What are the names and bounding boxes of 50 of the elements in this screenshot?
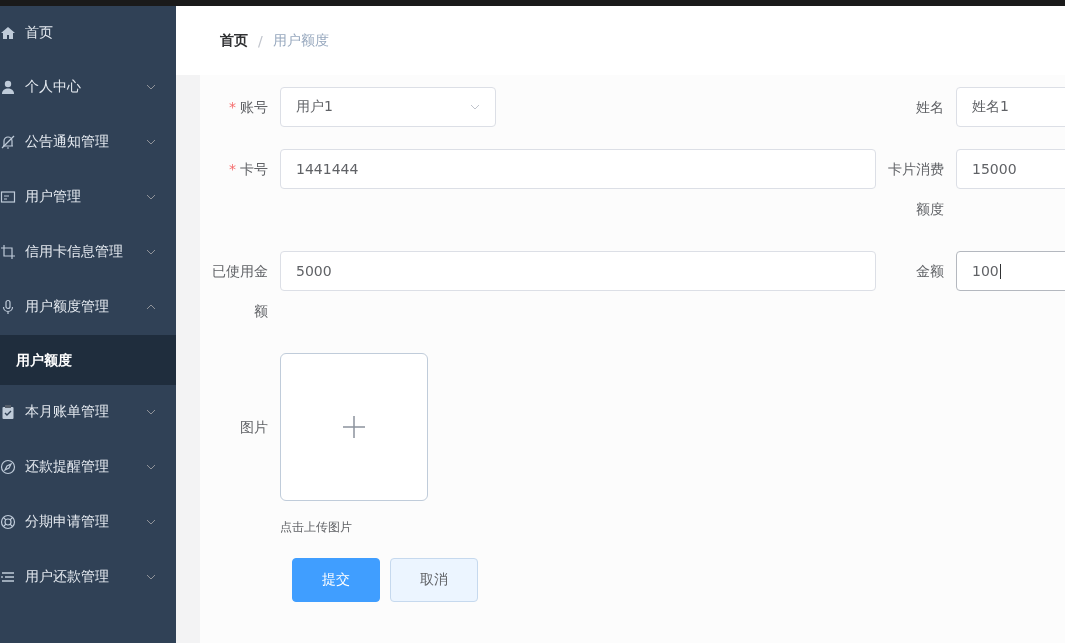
plus-icon bbox=[342, 415, 366, 439]
card-icon bbox=[0, 189, 16, 205]
sidebar-item[interactable]: 信用卡信息管理 bbox=[0, 224, 176, 280]
field-label: * 卡号 bbox=[228, 160, 269, 179]
breadcrumb-item[interactable]: 首页 bbox=[220, 31, 248, 50]
person-icon bbox=[0, 79, 16, 95]
compass-icon bbox=[0, 459, 16, 475]
sidebar-item[interactable]: 首页 bbox=[0, 6, 176, 60]
chevron-icon bbox=[146, 249, 156, 255]
list-icon bbox=[0, 569, 16, 585]
ring-icon bbox=[0, 514, 16, 530]
chevron-icon bbox=[146, 139, 156, 145]
field-label: 姓名 bbox=[915, 98, 945, 117]
input-field[interactable]: 姓名1 bbox=[956, 87, 1065, 127]
field-label: 图片 bbox=[239, 418, 269, 437]
sidebar-subitem[interactable]: 用户额度 bbox=[0, 335, 176, 385]
sidebar-item[interactable]: 用户还款管理 bbox=[0, 549, 176, 605]
mic-icon bbox=[0, 299, 16, 315]
chevron-icon bbox=[146, 464, 156, 470]
field-label: * 账号 bbox=[228, 98, 269, 117]
breadcrumb-item: 用户额度 bbox=[272, 31, 329, 50]
sidebar-item[interactable]: 用户管理 bbox=[0, 169, 176, 225]
home-icon bbox=[0, 25, 16, 41]
sidebar-item[interactable]: 还款提醒管理 bbox=[0, 439, 176, 495]
sidebar-item[interactable]: 分期申请管理 bbox=[0, 494, 176, 550]
select-field[interactable]: 用户1 bbox=[280, 87, 496, 127]
chevron-icon bbox=[470, 104, 480, 110]
breadcrumb-separator: / bbox=[258, 32, 263, 49]
chevron-icon bbox=[146, 194, 156, 200]
chevron-icon bbox=[146, 409, 156, 415]
sidebar-item[interactable]: 个人中心 bbox=[0, 59, 176, 115]
bell-icon bbox=[0, 134, 16, 150]
chevron-icon bbox=[146, 574, 156, 580]
sidebar-item[interactable]: 本月账单管理 bbox=[0, 384, 176, 440]
cancel-button[interactable]: 取消 bbox=[390, 558, 478, 602]
sidebar-item[interactable]: 公告通知管理 bbox=[0, 114, 176, 170]
sidebar-item[interactable]: 用户额度管理 bbox=[0, 279, 176, 335]
input-field[interactable]: 100 bbox=[956, 251, 1065, 291]
field-label: 已使用金额 bbox=[211, 262, 269, 321]
input-field[interactable]: 1441444 bbox=[280, 149, 876, 189]
input-field[interactable]: 5000 bbox=[280, 251, 876, 291]
chevron-icon bbox=[146, 84, 156, 90]
input-field[interactable]: 15000 bbox=[956, 149, 1065, 189]
crop-icon bbox=[0, 244, 16, 260]
chevron-icon bbox=[146, 519, 156, 525]
field-label: 金额 bbox=[915, 262, 945, 281]
upload-box[interactable] bbox=[280, 353, 428, 501]
field-label: 卡片消费额度 bbox=[887, 160, 945, 219]
upload-hint: 点击上传图片 bbox=[280, 519, 353, 536]
chevron-icon bbox=[146, 304, 156, 310]
